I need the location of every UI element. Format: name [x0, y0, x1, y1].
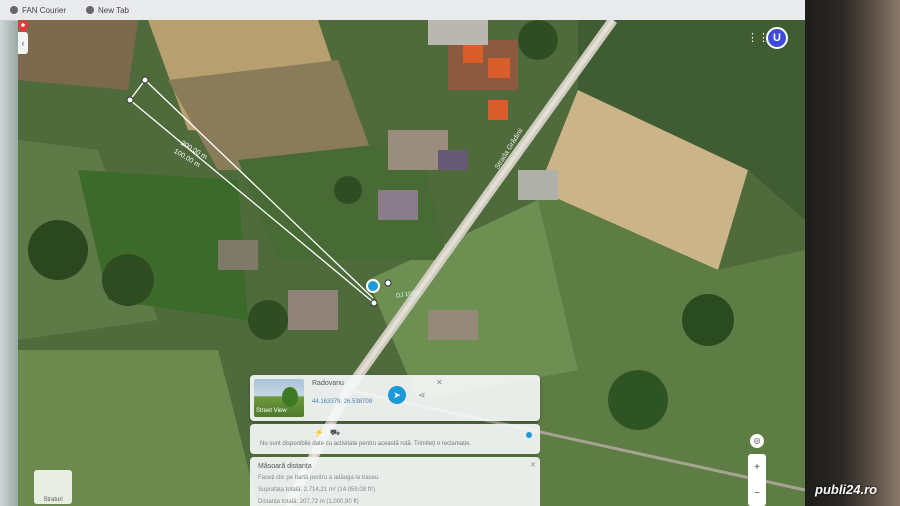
measure-distance-card: Măsoară distanța Faceți clic pe hartă pe…: [250, 457, 540, 506]
place-info-card[interactable]: Street View Radovanu 44.163379, 26.53870…: [250, 375, 540, 421]
route-message: Nu sunt disponibile date cu activitate p…: [260, 441, 472, 447]
route-tools-card: ⚡ ⛟ Nu sunt disponibile date cu activita…: [250, 424, 540, 454]
location-marker-icon[interactable]: [366, 279, 380, 293]
tab-label: New Tab: [98, 5, 129, 15]
zoom-out-button[interactable]: −: [754, 488, 760, 499]
status-dot-icon: [526, 432, 532, 438]
watermark-text: publi24.ro: [815, 482, 878, 497]
layers-label: Straturi: [43, 497, 63, 503]
photo-frame: FAN Courier New Tab 200.00 m 100.00 m St…: [0, 0, 900, 506]
browser-tab-bar: FAN Courier New Tab: [0, 0, 805, 21]
share-icon[interactable]: ⋖: [418, 390, 426, 401]
measure-area: Suprafața totală: 2.714,21 m² (14.059,08…: [258, 487, 376, 493]
monitor-bezel-right: [805, 0, 900, 506]
directions-button[interactable]: ➤: [388, 386, 406, 404]
satellite-map[interactable]: 200.00 m 100.00 m Strada Grădinii DJ 102…: [18, 20, 805, 506]
tab-label: FAN Courier: [22, 5, 67, 15]
car-icon[interactable]: ⛟: [330, 428, 340, 438]
courier-icon: [10, 6, 18, 14]
close-icon[interactable]: ✕: [530, 461, 536, 469]
close-icon[interactable]: ✕: [436, 378, 443, 387]
tab-fan-courier[interactable]: FAN Courier: [0, 0, 76, 20]
measure-description: Faceți clic pe hartă pentru a adăuga la …: [258, 475, 379, 481]
avatar[interactable]: U: [766, 27, 788, 49]
tab-new-tab[interactable]: New Tab: [76, 0, 139, 20]
zoom-in-button[interactable]: +: [754, 462, 760, 473]
zoom-control: + −: [748, 454, 766, 506]
measure-title: Măsoară distanța: [258, 463, 312, 470]
monitor-bezel-left: [0, 0, 18, 506]
apps-grid-icon[interactable]: ⋮⋮: [747, 32, 769, 44]
thumbnail-caption: Street View: [256, 408, 287, 414]
place-name: Radovanu: [312, 380, 344, 387]
measure-total-distance: Distanța totală: 207,72 m (1.000,90 ft): [258, 499, 359, 505]
globe-icon: [86, 6, 95, 14]
place-coordinates[interactable]: 44.163379, 26.538709: [312, 399, 372, 405]
place-thumbnail[interactable]: Street View: [254, 379, 304, 417]
layers-button[interactable]: Straturi: [34, 470, 72, 504]
my-location-icon[interactable]: ◎: [750, 434, 764, 448]
lightning-icon[interactable]: ⚡: [314, 428, 324, 437]
sidebar-toggle-button[interactable]: ‹: [18, 32, 28, 54]
